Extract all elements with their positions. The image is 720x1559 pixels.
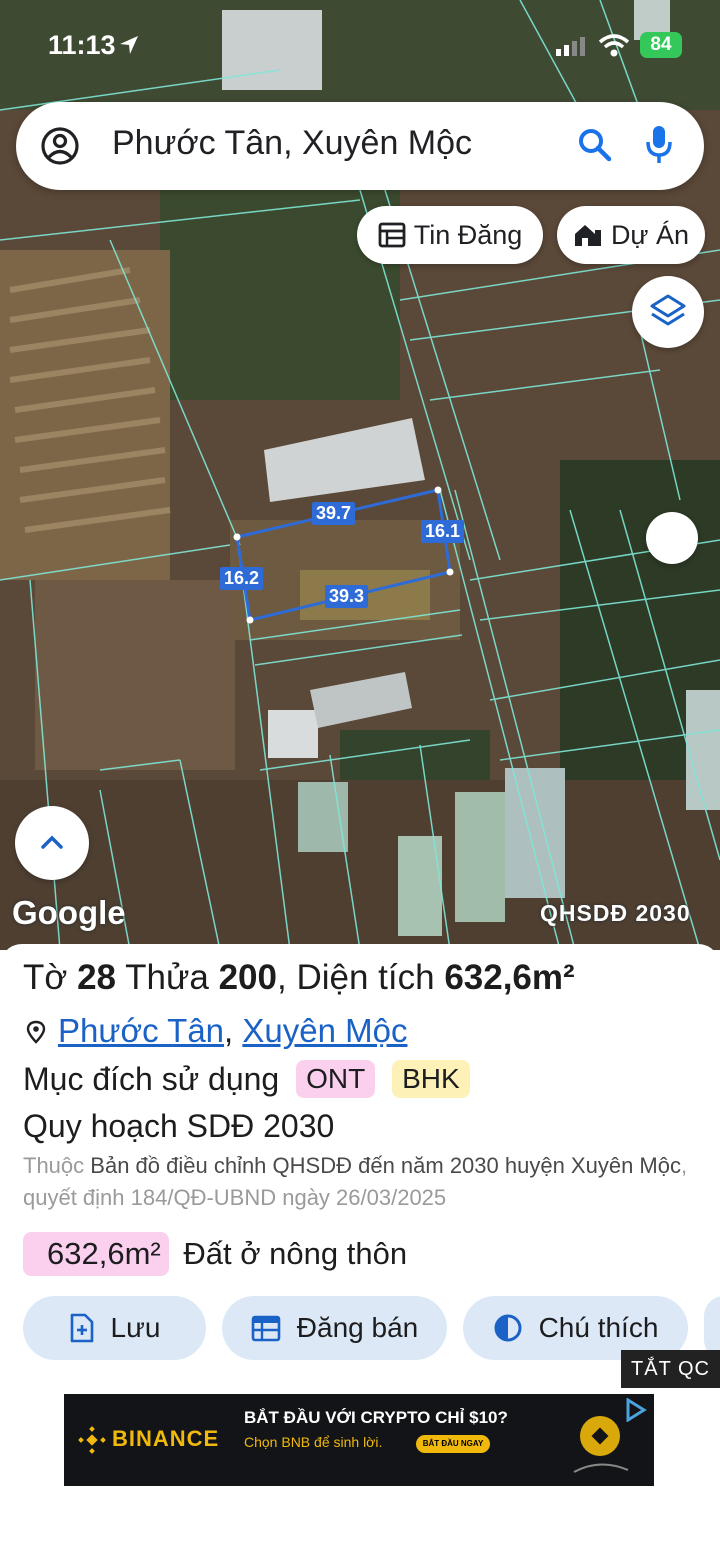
buildings-icon	[574, 225, 601, 246]
ward-link[interactable]: Phước Tân	[58, 1012, 224, 1049]
zone-type: Đất ở nông thôn	[183, 1236, 408, 1271]
ad-headline: BẮT ĐẦU VỚI CRYPTO CHỈ $10?	[244, 1408, 508, 1427]
planning-label: Quy hoạch SDĐ 2030	[23, 1108, 335, 1144]
save-button-label: Lưu	[110, 1312, 161, 1343]
ad-subline: Chọn BNB để sinh lời.	[244, 1434, 383, 1450]
dimension-label-bottom: 39.3	[325, 585, 369, 608]
zone-area-value: 632,6m²	[23, 1232, 169, 1276]
listings-chip[interactable]: Tin Đăng	[357, 206, 543, 264]
status-time: 11:13	[48, 30, 116, 60]
legend-button-label: Chú thích	[538, 1312, 659, 1343]
listings-chip-label: Tin Đăng	[413, 219, 523, 250]
zone-area-row: 632,6m² Đất ở nông thôn	[23, 1232, 407, 1276]
plot-number: 200	[218, 958, 277, 997]
google-logo: Google	[12, 894, 126, 931]
dimension-label-right: 16.1	[421, 520, 465, 543]
sheet-number: 28	[77, 958, 117, 997]
plot-label: Thửa	[125, 958, 209, 997]
post-sale-button[interactable]: Đăng bán	[222, 1296, 447, 1360]
location-pin-icon	[26, 1020, 46, 1044]
projects-chip[interactable]: Dự Án	[557, 206, 705, 264]
search-icon[interactable]	[576, 126, 614, 164]
dimension-label-top: 39.7	[312, 502, 356, 525]
save-button[interactable]: Lưu	[23, 1296, 206, 1360]
battery-indicator: 84	[640, 32, 682, 58]
desc-map-name: Bản đồ điều chỉnh QHSDĐ đến năm 2030 huy…	[90, 1153, 681, 1178]
parcel-info-panel: Tờ 28 Thửa 200, Diện tích 632,6m² Phước …	[0, 944, 720, 1559]
contrast-icon	[494, 1314, 522, 1342]
microphone-icon[interactable]	[644, 124, 674, 166]
listing-table-icon	[378, 222, 406, 248]
area-value: 632,6m²	[444, 958, 575, 997]
cellular-signal-icon	[556, 37, 585, 56]
desc-prefix: Thuộc	[23, 1153, 85, 1178]
map-drag-handle[interactable]	[646, 512, 698, 564]
projects-chip-label: Dự Án	[610, 219, 690, 250]
adchoices-icon[interactable]	[624, 1398, 648, 1422]
close-ad-button[interactable]: TẮT QC	[621, 1350, 720, 1388]
wifi-icon	[598, 34, 630, 57]
location-arrow-icon	[120, 36, 138, 54]
ad-brand: BINANCE	[112, 1426, 220, 1451]
calendar-table-icon	[251, 1315, 281, 1342]
post-sale-button-label: Đăng bán	[296, 1312, 419, 1343]
planning-description: Thuộc Bản đồ điều chỉnh QHSDĐ đến năm 20…	[23, 1150, 703, 1214]
binance-logo-icon	[78, 1426, 106, 1454]
satellite-map[interactable]: 39.7 16.1 16.2 39.3 11:13 84 Phước Tân, …	[0, 0, 720, 950]
area-label: , Diện tích	[277, 958, 435, 997]
district-link[interactable]: Xuyên Mộc	[242, 1012, 407, 1049]
status-bar: 11:13 84	[0, 28, 720, 68]
expand-up-button[interactable]	[15, 806, 89, 880]
search-bar[interactable]: Phước Tân, Xuyên Mộc	[16, 102, 704, 190]
layers-icon	[650, 294, 686, 326]
map-layer-label: QHSDĐ 2030	[540, 900, 691, 926]
land-use-badge-ont: ONT	[296, 1060, 376, 1098]
account-icon[interactable]	[40, 126, 80, 166]
battery-level: 84	[650, 34, 672, 55]
search-input[interactable]: Phước Tân, Xuyên Mộc	[112, 124, 472, 163]
land-use-label: Mục đích sử dụng	[23, 1061, 280, 1097]
land-use-row: Mục đích sử dụng ONT BHK	[23, 1060, 470, 1098]
add-document-icon	[70, 1313, 93, 1343]
ad-cta-button[interactable]: BẮT ĐẦU NGAY	[416, 1435, 490, 1453]
layers-button[interactable]	[632, 276, 704, 348]
dimension-label-left: 16.2	[220, 567, 264, 590]
land-use-badge-bhk: BHK	[392, 1060, 470, 1098]
parcel-address: Phước Tân, Xuyên Mộc	[26, 1012, 407, 1050]
sheet-label: Tờ	[23, 958, 68, 997]
parcel-title: Tờ 28 Thửa 200, Diện tích 632,6m²	[23, 958, 575, 998]
chevron-up-icon	[41, 835, 63, 849]
ad-banner[interactable]: BINANCE BẮT ĐẦU VỚI CRYPTO CHỈ $10? Chọn…	[64, 1394, 654, 1486]
